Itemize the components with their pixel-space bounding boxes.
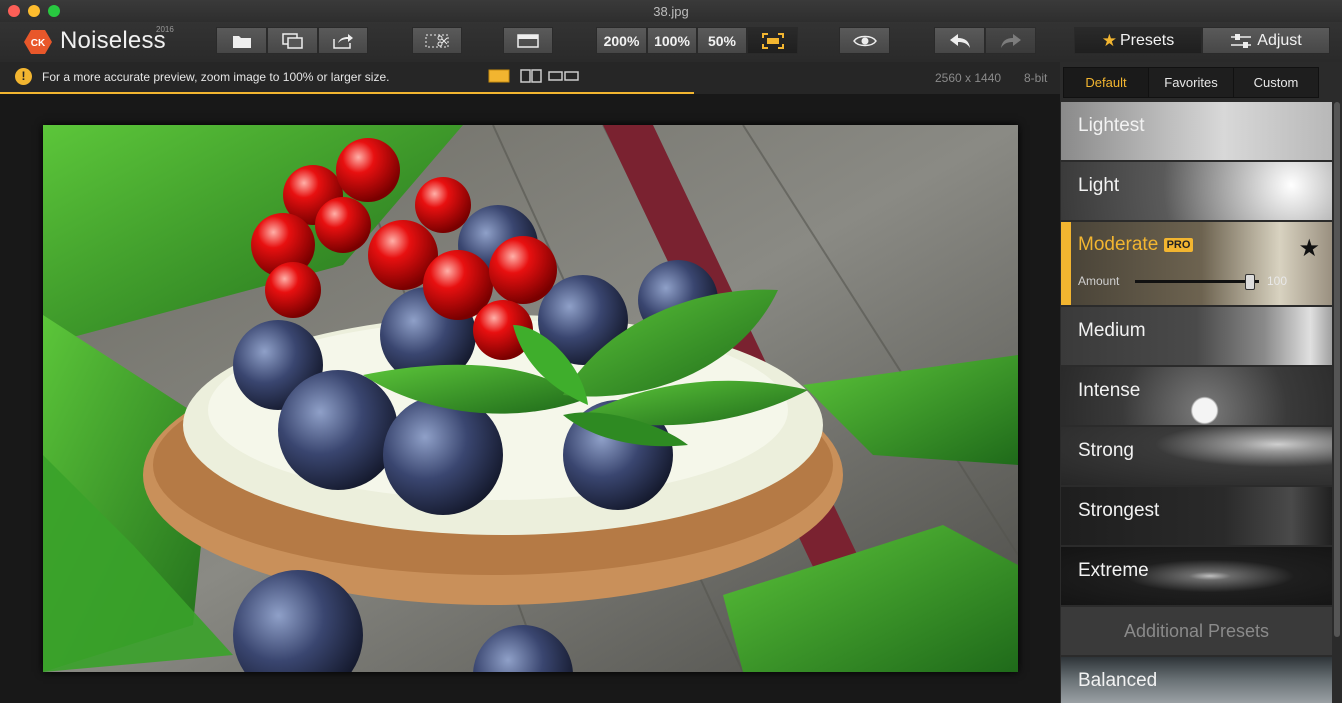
zoom-hint-message: For a more accurate preview, zoom image …: [42, 70, 390, 84]
preset-name: Extreme: [1078, 560, 1149, 581]
zoom-200-button[interactable]: 200%: [596, 27, 647, 54]
preset-light[interactable]: Light: [1061, 162, 1332, 220]
window-icon: [517, 33, 539, 48]
tab-custom[interactable]: Custom: [1234, 68, 1318, 97]
side-by-side-view-mode-icon[interactable]: [548, 69, 580, 83]
tab-favorites[interactable]: Favorites: [1149, 68, 1234, 97]
share-icon: [333, 33, 353, 49]
title-bar: 38.jpg: [0, 0, 1342, 22]
favorite-star-icon[interactable]: ★: [1298, 234, 1320, 263]
zoom-fit-button[interactable]: [747, 27, 798, 54]
presets-tab-label: Presets: [1120, 31, 1175, 49]
bit-depth: 8-bit: [1024, 71, 1048, 85]
preset-list: Lightest Light Moderate PRO ★ Amount 100…: [1061, 102, 1332, 607]
preset-name: Lightest: [1078, 115, 1145, 136]
split-view-mode-icon[interactable]: [520, 69, 542, 83]
window-title: 38.jpg: [653, 4, 689, 19]
redo-button[interactable]: [985, 27, 1036, 54]
single-view-mode-icon[interactable]: [488, 69, 510, 83]
amount-label: Amount: [1078, 274, 1120, 288]
preset-name: Balanced: [1078, 670, 1158, 691]
share-button[interactable]: [318, 27, 368, 54]
amount-value: 100: [1267, 274, 1288, 288]
image-dimensions: 2560 x 1440: [935, 71, 1002, 85]
photo-illustration: [43, 125, 1018, 672]
preview-image[interactable]: [43, 125, 1018, 672]
single-view-button[interactable]: [503, 27, 553, 54]
batch-icon: [281, 32, 303, 49]
tab-default[interactable]: Default: [1064, 68, 1149, 97]
preset-name: Moderate PRO: [1078, 234, 1194, 256]
preset-category-tabs: Default Favorites Custom: [1063, 67, 1319, 98]
additional-presets-header: Additional Presets: [1061, 607, 1332, 655]
preset-medium[interactable]: Medium: [1061, 307, 1332, 365]
preset-moderate[interactable]: Moderate PRO ★ Amount 100: [1061, 222, 1332, 305]
undo-button[interactable]: [934, 27, 985, 54]
adjust-tab-button[interactable]: Adjust: [1202, 27, 1330, 54]
preset-name: Medium: [1078, 320, 1146, 341]
sidebar-scrollbar[interactable]: [1334, 102, 1340, 637]
undo-icon: [949, 33, 970, 48]
app-name: Noiseless: [60, 27, 166, 54]
presets-tab-button[interactable]: ★ Presets: [1074, 27, 1202, 54]
amount-slider-thumb[interactable]: [1245, 274, 1255, 290]
app-year: 2016: [156, 25, 174, 34]
redo-icon: [1000, 33, 1021, 48]
app-logo-icon: CK: [24, 30, 52, 54]
preset-intense[interactable]: Intense: [1061, 367, 1332, 425]
sliders-icon: [1231, 33, 1252, 48]
amount-slider-track[interactable]: [1135, 280, 1259, 283]
zoom-50-button[interactable]: 50%: [697, 27, 747, 54]
preset-strong[interactable]: Strong: [1061, 427, 1332, 485]
preset-extreme[interactable]: Extreme: [1061, 547, 1332, 605]
eye-icon: [852, 35, 877, 46]
warning-icon: !: [15, 68, 32, 85]
folder-icon: [232, 35, 251, 48]
preset-lightest[interactable]: Lightest: [1061, 102, 1332, 160]
preview-toggle-button[interactable]: [839, 27, 890, 54]
info-bar: ! For a more accurate preview, zoom imag…: [0, 62, 1060, 94]
toolbar: CK Noiseless 2016 200% 100% 50% ★ Preset…: [0, 22, 1342, 63]
app-badge-text: CK: [31, 38, 46, 49]
preset-name: Strongest: [1078, 500, 1160, 521]
batch-button[interactable]: [267, 27, 318, 54]
preset-name: Intense: [1078, 380, 1141, 401]
open-file-button[interactable]: [216, 27, 267, 54]
preset-moderate-label: Moderate: [1078, 234, 1159, 255]
scissors-icon: [425, 34, 449, 47]
adjust-tab-label: Adjust: [1257, 31, 1302, 49]
split-compare-button[interactable]: [412, 27, 462, 54]
preset-name: Light: [1078, 175, 1120, 196]
zoom-100-button[interactable]: 100%: [647, 27, 697, 54]
preset-name: Strong: [1078, 440, 1134, 461]
star-icon: ★: [1101, 30, 1117, 50]
fit-screen-icon: [761, 32, 784, 49]
pro-badge: PRO: [1163, 237, 1194, 252]
preset-strongest[interactable]: Strongest: [1061, 487, 1332, 545]
preset-balanced[interactable]: Balanced: [1061, 657, 1332, 703]
